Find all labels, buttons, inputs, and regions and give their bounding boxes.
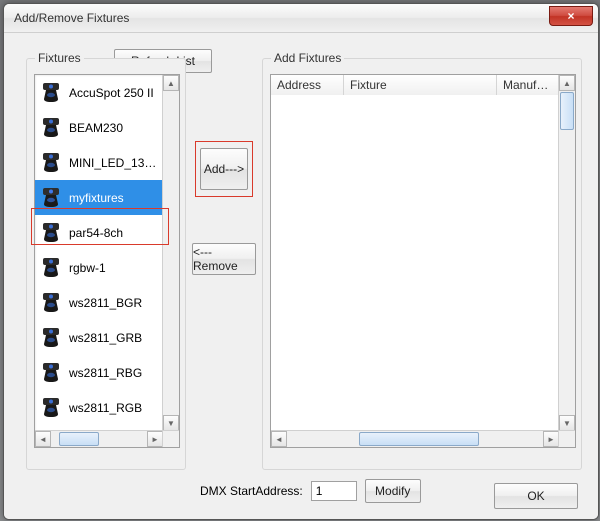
- scroll-right-button[interactable]: ►: [543, 431, 559, 447]
- scroll-thumb[interactable]: [359, 432, 479, 446]
- list-item-label: ws2811_RGB: [69, 401, 142, 415]
- scroll-thumb[interactable]: [560, 92, 574, 130]
- list-item[interactable]: ws2811_GRB: [35, 320, 163, 355]
- add-button[interactable]: Add--->: [200, 148, 248, 190]
- dmx-start-address-input[interactable]: [311, 481, 357, 501]
- fixture-icon: [39, 361, 63, 385]
- fixture-icon: [39, 151, 63, 175]
- fixtures-horizontal-scrollbar[interactable]: ◄ ►: [35, 430, 163, 447]
- add-fixtures-group-label: Add Fixtures: [271, 51, 344, 65]
- list-item-label: rgbw-1: [69, 261, 106, 275]
- list-item-label: BEAM230: [69, 121, 123, 135]
- scroll-up-button[interactable]: ▲: [163, 75, 179, 91]
- fixture-icon: [39, 396, 63, 420]
- scroll-down-button[interactable]: ▼: [163, 415, 179, 431]
- dmx-start-address-label: DMX StartAddress:: [200, 484, 303, 498]
- modify-button-label: Modify: [375, 484, 410, 498]
- list-item[interactable]: MINI_LED_13CH摇头: [35, 145, 163, 180]
- scroll-corner: [162, 430, 179, 447]
- list-item-label: par54-8ch: [69, 226, 123, 240]
- manufacturer-column-header[interactable]: Manufact...: [497, 75, 559, 95]
- list-item-label: ws2811_GRB: [69, 331, 142, 345]
- list-item[interactable]: par54-8ch: [35, 215, 163, 250]
- remove-button[interactable]: <---Remove: [192, 243, 256, 275]
- fixture-column-header[interactable]: Fixture: [344, 75, 497, 95]
- list-item[interactable]: rgbw-1: [35, 250, 163, 285]
- fixture-icon: [39, 186, 63, 210]
- fixture-icon: [39, 116, 63, 140]
- ok-button-label: OK: [527, 489, 544, 503]
- list-item[interactable]: ws2811_RBG: [35, 355, 163, 390]
- fixture-icon: [39, 81, 63, 105]
- fixture-icon: [39, 326, 63, 350]
- list-item-label: ws2811_RBG: [69, 366, 142, 380]
- table-vertical-scrollbar[interactable]: ▲ ▼: [558, 75, 575, 431]
- list-item[interactable]: AccuSpot 250 II: [35, 75, 163, 110]
- fixture-icon: [39, 291, 63, 315]
- fixtures-list[interactable]: AccuSpot 250 II BEAM230 MINI_LED_13CH摇头myf…: [34, 74, 180, 448]
- list-item[interactable]: ws2811_RGB: [35, 390, 163, 425]
- scroll-left-button[interactable]: ◄: [271, 431, 287, 447]
- titlebar: Add/Remove Fixtures ×: [4, 4, 598, 33]
- scroll-up-button[interactable]: ▲: [559, 75, 575, 91]
- fixture-icon: [39, 256, 63, 280]
- list-item-label: MINI_LED_13CH摇头: [69, 154, 163, 171]
- fixtures-group-label: Fixtures: [35, 51, 84, 65]
- table-header-row: Address Fixture Manufact...: [271, 75, 559, 96]
- list-item[interactable]: myfixtures: [35, 180, 163, 215]
- scroll-right-button[interactable]: ►: [147, 431, 163, 447]
- list-item-label: AccuSpot 250 II: [69, 86, 154, 100]
- dialog-window: Add/Remove Fixtures × Refresh List Fixtu…: [3, 3, 599, 520]
- scroll-corner: [558, 430, 575, 447]
- list-item[interactable]: BEAM230: [35, 110, 163, 145]
- add-fixtures-group: Add Fixtures Address Fixture Manufact...…: [262, 58, 582, 470]
- add-button-label: Add--->: [204, 162, 244, 176]
- scroll-thumb[interactable]: [59, 432, 99, 446]
- client-area: Refresh List Fixtures AccuSpot 250 IIBEA…: [4, 33, 598, 519]
- table-body: [271, 95, 559, 431]
- list-item-label: myfixtures: [69, 191, 124, 205]
- window-title: Add/Remove Fixtures: [14, 11, 129, 25]
- list-item[interactable]: ws2811_BGR: [35, 285, 163, 320]
- dmx-start-address-row: DMX StartAddress: Modify: [200, 479, 421, 503]
- scroll-left-button[interactable]: ◄: [35, 431, 51, 447]
- fixtures-list-body: AccuSpot 250 II BEAM230 MINI_LED_13CH摇头myf…: [35, 75, 163, 431]
- close-button[interactable]: ×: [549, 6, 593, 26]
- fixture-icon: [39, 221, 63, 245]
- ok-button[interactable]: OK: [494, 483, 578, 509]
- scroll-down-button[interactable]: ▼: [559, 415, 575, 431]
- fixtures-vertical-scrollbar[interactable]: ▲ ▼: [162, 75, 179, 431]
- fixtures-group: Fixtures AccuSpot 250 IIBEAM230MINI_LED_…: [26, 58, 186, 470]
- modify-button[interactable]: Modify: [365, 479, 421, 503]
- close-icon: ×: [567, 9, 574, 23]
- table-horizontal-scrollbar[interactable]: ◄ ►: [271, 430, 559, 447]
- list-item-label: ws2811_BGR: [69, 296, 142, 310]
- address-column-header[interactable]: Address: [271, 75, 344, 95]
- remove-button-label: <---Remove: [193, 245, 255, 273]
- add-fixtures-table[interactable]: Address Fixture Manufact... ▲ ▼ ◄ ►: [270, 74, 576, 448]
